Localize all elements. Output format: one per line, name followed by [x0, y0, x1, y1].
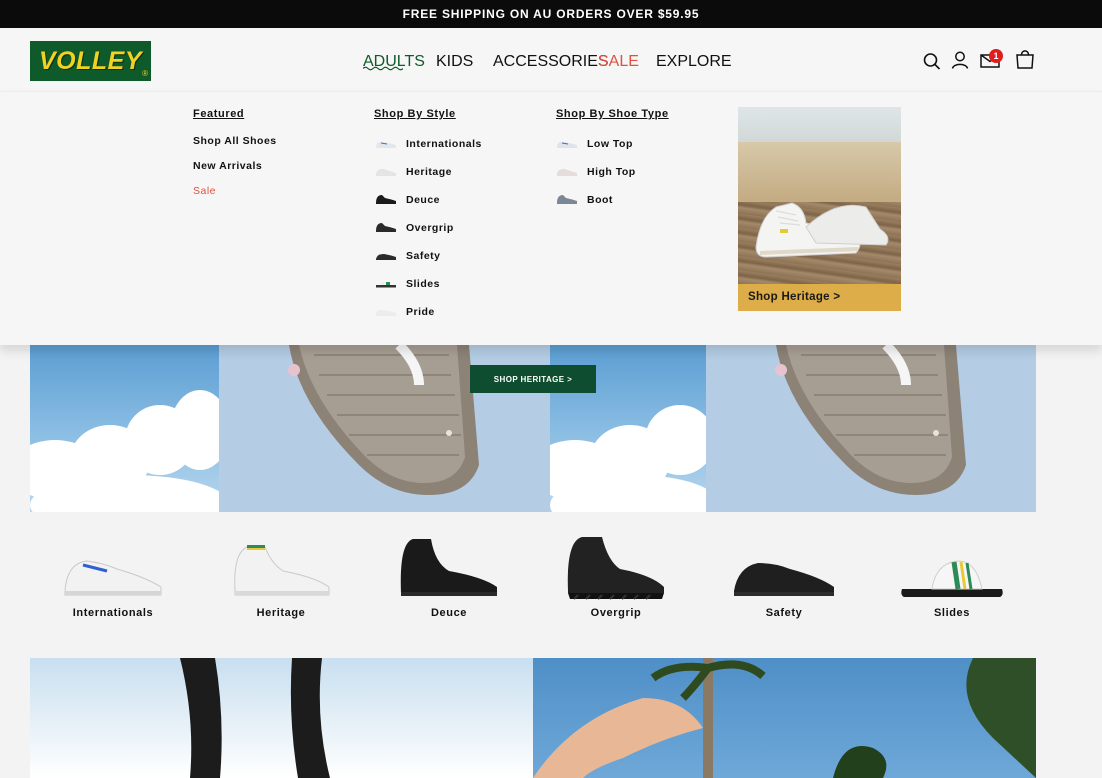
brand-logo[interactable]: VOLLEY ®	[30, 41, 151, 81]
menu-new-arrivals[interactable]: New Arrivals	[193, 160, 262, 172]
mail-badge: 1	[989, 49, 1003, 63]
hero-banner: SHOP HERITAGE >	[30, 345, 1036, 512]
logo-registered-mark: ®	[142, 69, 148, 78]
menu-deuce[interactable]: Deuce	[406, 194, 440, 206]
menu-overgrip[interactable]: Overgrip	[406, 222, 454, 234]
nav-sale[interactable]: SALE	[598, 53, 639, 71]
menu-pride[interactable]: Pride	[406, 306, 435, 318]
shop-heritage-button[interactable]: SHOP HERITAGE >	[470, 365, 596, 393]
nav-accessories[interactable]: ACCESSORIES	[493, 53, 609, 71]
hero-sky-panel-1	[30, 345, 219, 512]
search-icon[interactable]	[921, 50, 943, 72]
account-icon[interactable]	[949, 49, 971, 71]
slides-shoe-image	[901, 560, 1003, 597]
overgrip-shoe-image	[567, 537, 664, 600]
menu-slides[interactable]: Slides	[406, 278, 440, 290]
category-internationals[interactable]: Internationals	[53, 533, 173, 628]
shop-heritage-promo[interactable]: Shop Heritage >	[738, 107, 901, 311]
lifestyle-image-right[interactable]	[533, 658, 1036, 778]
nav-explore[interactable]: EXPLORE	[656, 53, 732, 71]
menu-safety[interactable]: Safety	[406, 250, 441, 262]
deuce-shoe-icon	[376, 195, 396, 204]
safety-shoe-icon	[376, 254, 396, 260]
menu-high-top[interactable]: High Top	[587, 166, 636, 178]
category-label: Slides	[933, 607, 970, 619]
menu-heritage[interactable]: Heritage	[406, 166, 452, 178]
internationals-shoe-image	[64, 560, 162, 596]
category-heritage[interactable]: Heritage	[221, 533, 341, 628]
internationals-shoe-icon	[376, 141, 396, 148]
overgrip-shoe-icon	[376, 223, 396, 232]
shop-by-style-title[interactable]: Shop By Style	[374, 108, 456, 120]
menu-boot[interactable]: Boot	[587, 194, 613, 206]
category-label: Overgrip	[590, 607, 642, 619]
site-header: VOLLEY ® ADULTS KIDS ACCESSORIES SALE EX…	[0, 28, 1102, 91]
lifestyle-image-left[interactable]	[30, 658, 533, 778]
menu-low-top[interactable]: Low Top	[587, 138, 633, 150]
deuce-shoe-image	[400, 539, 497, 596]
pride-shoe-icon	[376, 309, 396, 316]
category-deuce[interactable]: Deuce	[389, 533, 509, 628]
category-label: Heritage	[256, 607, 306, 619]
nav-active-wave-icon	[363, 66, 403, 71]
cart-icon[interactable]	[1014, 48, 1036, 70]
featured-title[interactable]: Featured	[193, 108, 244, 120]
promo-label[interactable]: Shop Heritage >	[748, 291, 840, 303]
promo-sky	[738, 107, 901, 147]
safety-shoe-image	[734, 563, 834, 596]
nav-kids[interactable]: KIDS	[436, 53, 473, 71]
shop-by-type-title[interactable]: Shop By Shoe Type	[556, 108, 669, 120]
category-label: Internationals	[72, 607, 154, 619]
hero-sole-panel-2	[706, 345, 1036, 512]
category-label: Safety	[765, 607, 803, 619]
logo-text: VOLLEY	[38, 46, 142, 75]
heritage-shoe-icon	[376, 168, 396, 176]
high-top-shoe-icon	[557, 168, 577, 176]
boot-shoe-icon	[557, 195, 577, 204]
announcement-text: FREE SHIPPING ON AU ORDERS OVER $59.95	[402, 7, 700, 21]
heritage-sneakers-image	[755, 202, 889, 258]
category-slides[interactable]: Slides	[892, 533, 1012, 628]
heritage-shoe-image	[234, 545, 330, 596]
category-label: Deuce	[430, 607, 468, 619]
category-safety[interactable]: Safety	[724, 533, 844, 628]
low-top-shoe-icon	[557, 141, 577, 148]
slides-shoe-icon	[376, 282, 396, 288]
announcement-bar: FREE SHIPPING ON AU ORDERS OVER $59.95	[0, 0, 1102, 28]
menu-internationals[interactable]: Internationals	[406, 138, 482, 150]
mega-menu: Featured Shop All Shoes New Arrivals Sal…	[0, 91, 1102, 345]
menu-sale[interactable]: Sale	[193, 185, 216, 197]
menu-shop-all-shoes[interactable]: Shop All Shoes	[193, 135, 277, 147]
category-overgrip[interactable]: Overgrip	[556, 533, 676, 628]
